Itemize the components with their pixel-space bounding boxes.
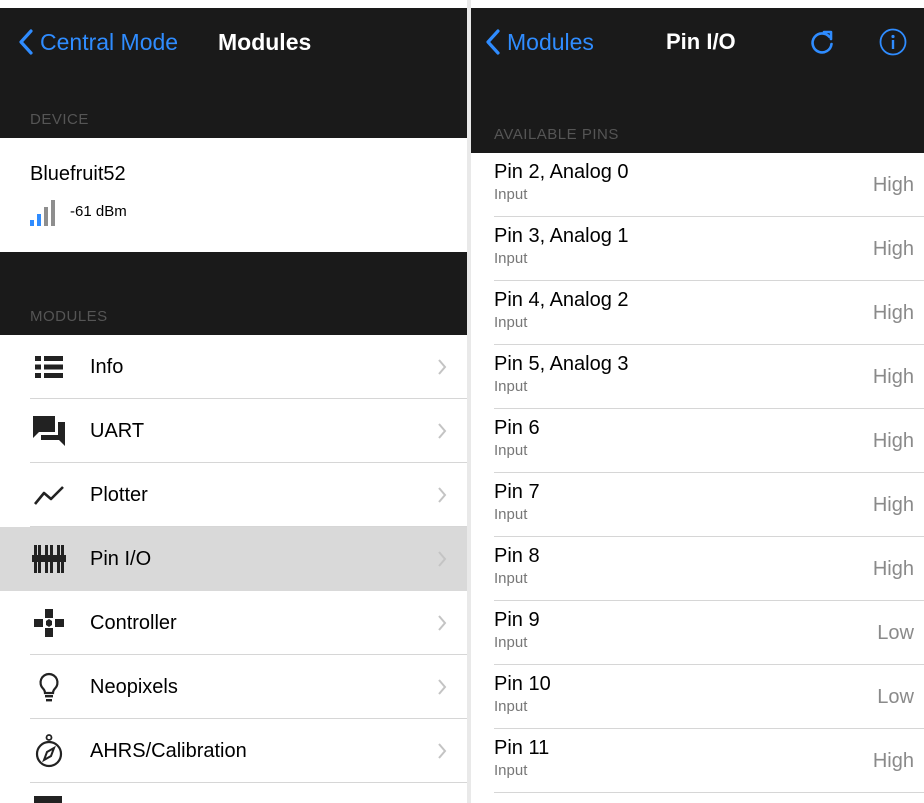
pin-mode: Input: [494, 378, 528, 395]
refresh-button[interactable]: [809, 8, 835, 76]
modules-pane: Central Mode Modules DEVICE Bluefruit52 …: [0, 0, 467, 803]
pin-name: Pin 8: [494, 545, 540, 567]
list-icon: [32, 351, 66, 383]
pin-mode: Input: [494, 698, 528, 715]
dpad-icon: [32, 607, 66, 639]
pin-name: Pin 7: [494, 481, 540, 503]
module-label: Neopixels: [90, 675, 178, 698]
pin-value: Low: [877, 621, 914, 644]
pin-row[interactable]: Pin 2, Analog 0 Input High: [471, 153, 924, 217]
pin-value: Low: [877, 685, 914, 708]
back-button-label: Central Mode: [40, 28, 179, 55]
section-header-available-pins: AVAILABLE PINS: [471, 76, 924, 153]
pin-row[interactable]: Pin 9 Input Low: [471, 601, 924, 665]
pin-value: High: [872, 429, 914, 452]
modules-nav-bar: Central Mode Modules: [0, 8, 467, 76]
section-header-modules: MODULES: [0, 252, 467, 335]
pin-name: Pin 9: [494, 609, 540, 631]
pin-name: Pin 11: [494, 737, 550, 759]
back-button-modules[interactable]: Modules: [485, 8, 594, 76]
pin-value: High: [872, 493, 914, 516]
pin-mode: Input: [494, 762, 528, 779]
module-row-info[interactable]: Info: [0, 335, 467, 399]
back-button-label: Modules: [507, 28, 594, 55]
module-row-plotter[interactable]: Plotter: [0, 463, 467, 527]
module-row-ahrs-calibration[interactable]: AHRS/Calibration: [0, 719, 467, 783]
pin-row[interactable]: Pin 11 Input High: [471, 729, 924, 793]
page-title: Pin I/O: [666, 29, 736, 54]
rssi-value: -61 dBm: [70, 203, 127, 220]
pin-value: High: [872, 173, 914, 196]
chevron-right-icon: [438, 423, 447, 439]
pin-row[interactable]: Pin 5, Analog 3 Input High: [471, 345, 924, 409]
module-row-controller[interactable]: Controller: [0, 591, 467, 655]
pin-name: Pin 6: [494, 417, 540, 439]
section-header-label: MODULES: [30, 308, 108, 325]
pin-mode: Input: [494, 442, 528, 459]
chevron-right-icon: [438, 551, 447, 567]
pins-icon: [32, 543, 66, 575]
pin-value: High: [872, 301, 914, 324]
info-icon: [879, 28, 907, 56]
rssi-indicator: -61 dBm: [30, 200, 127, 226]
chevron-right-icon: [438, 743, 447, 759]
pin-value: High: [872, 237, 914, 260]
chart-line-icon: [32, 479, 66, 511]
pin-row[interactable]: Pin 3, Analog 1 Input High: [471, 217, 924, 281]
pin-mode: Input: [494, 634, 528, 651]
module-label: UART: [90, 419, 145, 442]
pin-name: Pin 5, Analog 3: [494, 353, 629, 375]
module-label: Controller: [90, 611, 177, 634]
pin-value: High: [872, 749, 914, 772]
signal-strength-icon: [30, 200, 55, 226]
section-header-label: AVAILABLE PINS: [494, 126, 619, 143]
chevron-right-icon: [438, 487, 447, 503]
chevron-right-icon: [438, 679, 447, 695]
pin-row[interactable]: Pin 8 Input High: [471, 537, 924, 601]
chat-icon: [32, 415, 66, 447]
module-label: AHRS/Calibration: [90, 739, 247, 762]
pin-row[interactable]: Pin 10 Input Low: [471, 665, 924, 729]
pin-row[interactable]: Pin 4, Analog 2 Input High: [471, 281, 924, 345]
back-button-central-mode[interactable]: Central Mode: [18, 8, 178, 76]
page-title: Modules: [218, 28, 312, 55]
module-label: Plotter: [90, 483, 148, 506]
pin-mode: Input: [494, 570, 528, 587]
module-row-pin-io[interactable]: Pin I/O: [0, 527, 467, 591]
pin-row[interactable]: Pin 7 Input High: [471, 473, 924, 537]
pin-name: Pin 4, Analog 2: [494, 289, 629, 311]
pin-mode: Input: [494, 250, 528, 267]
pin-name: Pin 10: [494, 673, 551, 695]
section-header-device: DEVICE: [0, 76, 467, 138]
chevron-right-icon: [438, 615, 447, 631]
pin-name: Pin 2, Analog 0: [494, 161, 629, 183]
pin-mode: Input: [494, 314, 528, 331]
module-row-neopixels[interactable]: Neopixels: [0, 655, 467, 719]
chevron-left-icon: [486, 29, 500, 55]
pin-value: High: [872, 365, 914, 388]
device-cell[interactable]: Bluefruit52 -61 dBm: [0, 138, 467, 252]
compass-icon: [32, 734, 66, 768]
chevron-left-icon: [19, 29, 33, 55]
device-name: Bluefruit52: [30, 163, 126, 185]
pin-mode: Input: [494, 186, 528, 203]
pin-name: Pin 3, Analog 1: [494, 225, 629, 247]
pin-value: High: [872, 557, 914, 580]
pin-row[interactable]: Pin 6 Input High: [471, 409, 924, 473]
info-button[interactable]: [879, 8, 907, 76]
module-label: Info: [90, 355, 124, 378]
next-module-icon-partial: [34, 796, 62, 803]
pin-io-pane: Modules Pin I/O AVAILABLE PINS Pin 2, An…: [471, 0, 924, 803]
module-label: Pin I/O: [90, 547, 152, 570]
pin-io-nav-bar: Modules Pin I/O: [471, 8, 924, 76]
chevron-right-icon: [438, 359, 447, 375]
module-row-uart[interactable]: UART: [0, 399, 467, 463]
pin-mode: Input: [494, 506, 528, 523]
refresh-icon: [811, 30, 833, 54]
lightbulb-icon: [32, 671, 66, 703]
section-header-label: DEVICE: [30, 111, 89, 128]
